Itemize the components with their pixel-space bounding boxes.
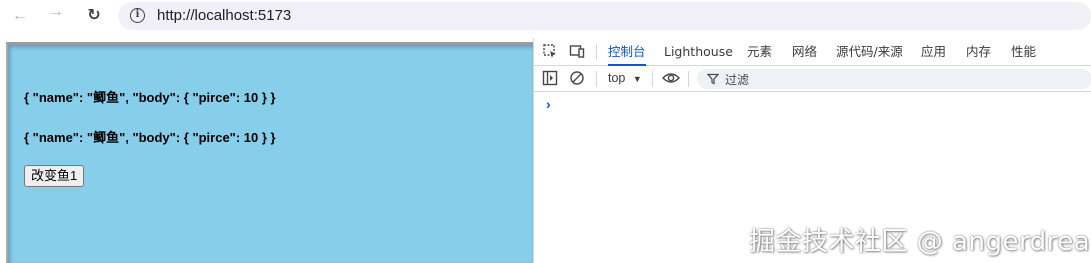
inspect-element-icon[interactable]	[541, 43, 559, 61]
tab-lighthouse[interactable]: Lighthouse	[664, 38, 733, 66]
context-label: top	[608, 71, 626, 85]
tab-elements[interactable]: 元素	[747, 38, 772, 66]
reload-icon[interactable]: ↻	[84, 6, 104, 26]
tab-network[interactable]: 网络	[792, 38, 817, 66]
address-bar[interactable]: i http://localhost:5173	[118, 2, 1091, 30]
info-icon[interactable]: i	[130, 8, 145, 23]
devtools-tabbar: 控制台 Lighthouse 元素 网络 源代码/来源 应用 内存 性能	[534, 38, 1091, 66]
clear-console-icon[interactable]	[568, 70, 586, 88]
tab-performance[interactable]: 性能	[1011, 38, 1036, 66]
divider	[596, 71, 597, 87]
chevron-down-icon: ▼	[632, 74, 642, 84]
fish-json-line-1: { "name": "鲫鱼", "body": { "pirce": 10 } …	[24, 90, 276, 105]
forward-icon[interactable]: →	[46, 2, 66, 22]
back-icon[interactable]: ←	[10, 6, 30, 26]
page-viewport: { "name": "鲫鱼", "body": { "pirce": 10 } …	[6, 42, 533, 263]
console-prompt[interactable]: ›	[546, 96, 551, 112]
divider	[688, 71, 689, 87]
tab-sources[interactable]: 源代码/来源	[836, 38, 903, 66]
tab-memory[interactable]: 内存	[966, 38, 991, 66]
filter-icon	[706, 70, 720, 88]
tab-console[interactable]: 控制台	[608, 38, 646, 66]
eye-icon[interactable]	[662, 70, 680, 88]
change-fish-button[interactable]: 改变鱼1	[24, 165, 85, 187]
browser-toolbar: ← → ↻ i http://localhost:5173	[0, 0, 1091, 33]
url-text[interactable]: http://localhost:5173	[157, 7, 291, 24]
context-selector[interactable]: top ▼	[608, 71, 642, 85]
console-filter-input[interactable]: 过滤	[697, 69, 1091, 89]
divider	[652, 71, 653, 87]
device-toolbar-icon[interactable]	[568, 43, 586, 61]
tab-application[interactable]: 应用	[921, 38, 946, 66]
filter-placeholder: 过滤	[725, 73, 750, 87]
divider	[596, 44, 597, 60]
watermark: 掘金技术社区 @ angerdream	[749, 227, 1091, 257]
sidebar-toggle-icon[interactable]	[541, 70, 559, 88]
console-toolbar: top ▼ 过滤	[534, 66, 1091, 92]
fish-json-line-2: { "name": "鲫鱼", "body": { "pirce": 10 } …	[24, 130, 276, 145]
